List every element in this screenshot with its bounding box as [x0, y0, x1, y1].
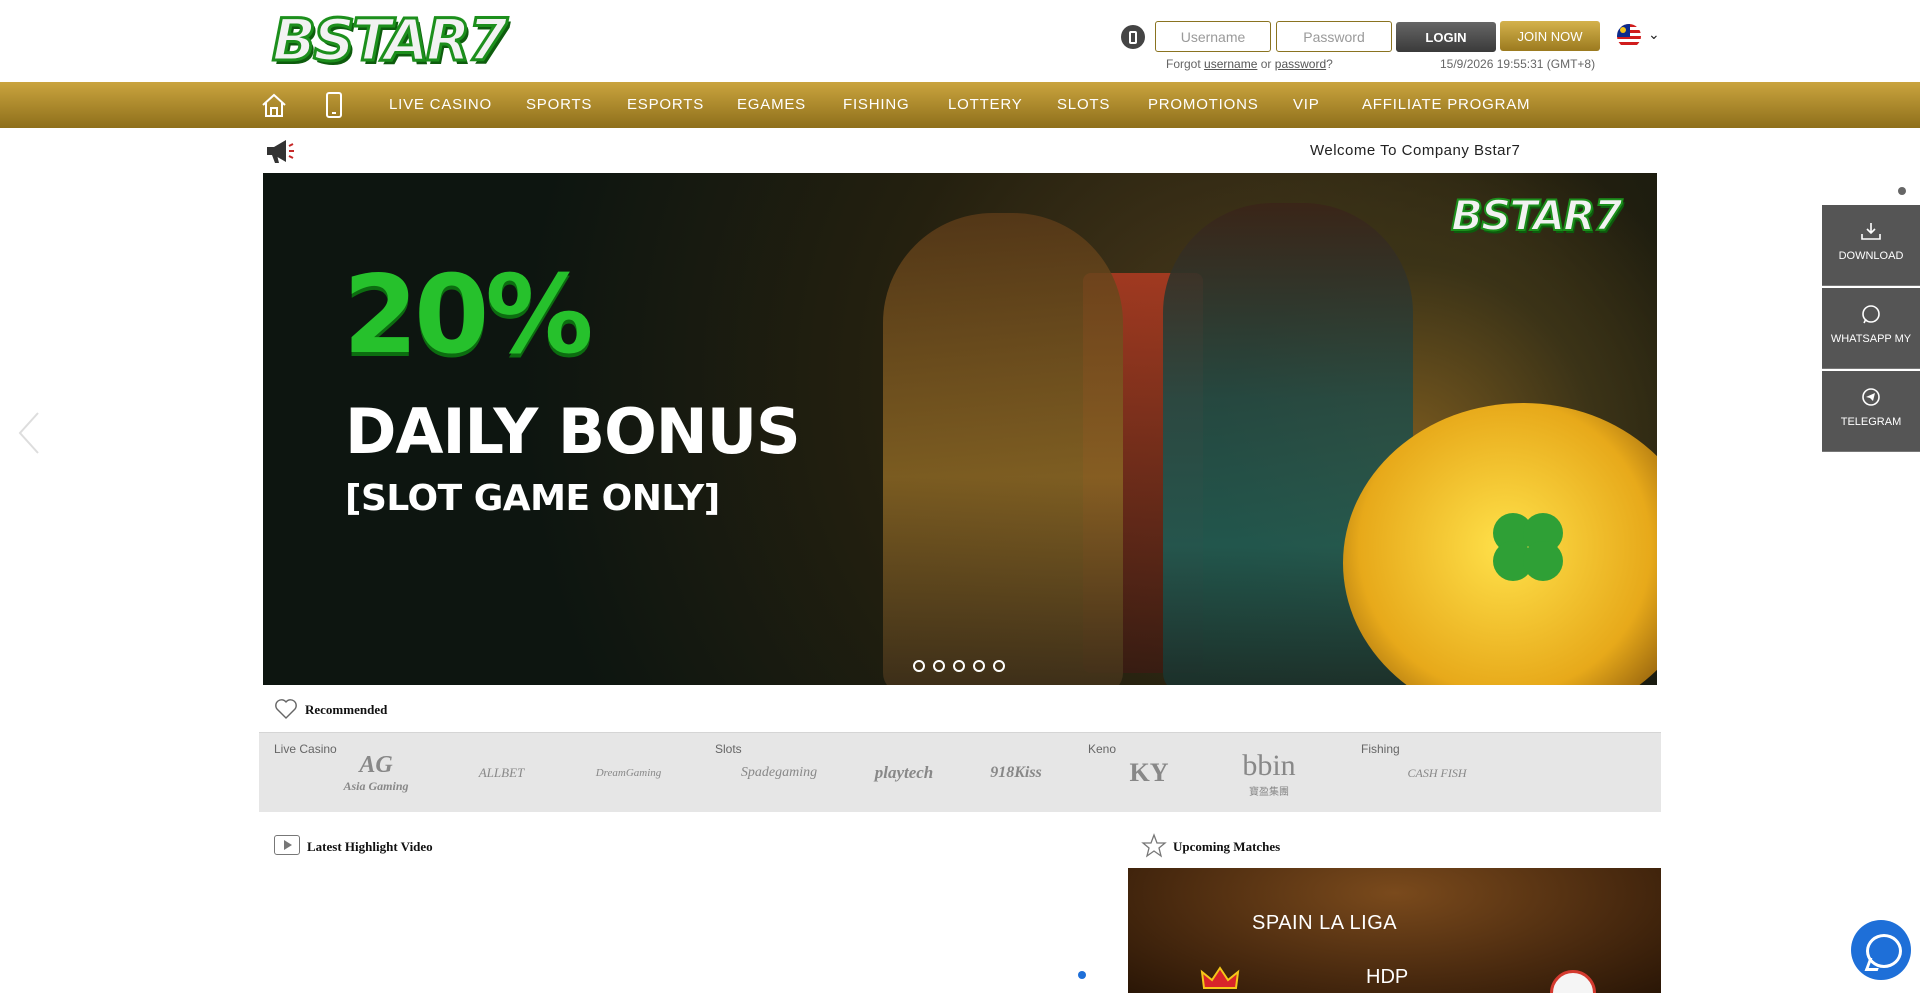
join-now-button[interactable]: JOIN NOW [1500, 21, 1600, 51]
logo-text: BSTAR7 [271, 5, 510, 76]
chevron-down-icon[interactable]: ⌄ [1648, 26, 1660, 43]
telegram-label: TELEGRAM [1840, 416, 1902, 428]
download-button[interactable]: DOWNLOAD [1822, 205, 1920, 286]
carousel-dot[interactable] [993, 660, 1005, 672]
carousel-dot[interactable] [933, 660, 945, 672]
carousel-dot[interactable] [953, 660, 965, 672]
download-icon [1861, 223, 1881, 240]
highlight-title: Latest Highlight Video [307, 839, 433, 854]
provider-cash-fish[interactable]: CASH FISH [1387, 748, 1487, 798]
banner-logo: BSTAR7 [1450, 190, 1624, 241]
download-label: DOWNLOAD [1838, 250, 1904, 262]
forgot-or: or [1260, 57, 1272, 71]
megaphone-icon [267, 140, 294, 163]
asia-gaming-label: Asia Gaming [343, 779, 409, 793]
category-live-casino: Live Casino [274, 742, 337, 756]
crown-icon [1200, 966, 1240, 989]
provider-dreamgaming[interactable]: DreamGaming [581, 748, 676, 798]
match-league: SPAIN LA LIGA [1252, 912, 1398, 934]
promo-banner[interactable]: BSTAR7 20% DAILY BONUS [SLOT GAME ONLY] [263, 173, 1657, 685]
nav-affiliate-program[interactable]: AFFILIATE PROGRAM [1362, 82, 1530, 128]
provider-playtech[interactable]: playtech [859, 748, 949, 798]
bbin-label: bbin [1242, 748, 1296, 782]
nav-live-casino[interactable]: LIVE CASINO [389, 82, 492, 128]
carousel-dots [913, 660, 1005, 672]
panel-toggle-dot[interactable] [1898, 187, 1906, 195]
nav-esports[interactable]: ESPORTS [627, 82, 704, 128]
login-button[interactable]: LOGIN [1396, 22, 1496, 52]
carousel-dot[interactable] [973, 660, 985, 672]
whatsapp-button[interactable]: WHATSAPP MY [1822, 288, 1920, 369]
telegram-icon [1862, 388, 1880, 406]
bbin-sublabel: 寶盈集團 [1249, 786, 1289, 798]
nav-lottery[interactable]: LOTTERY [948, 82, 1023, 128]
provider-asia-gaming[interactable]: AG Asia Gaming [331, 748, 421, 798]
logo[interactable]: BSTAR7 [271, 2, 510, 80]
nav-promotions[interactable]: PROMOTIONS [1148, 82, 1259, 128]
malaysia-flag-icon[interactable] [1617, 24, 1641, 48]
recommended-title: Recommended [305, 702, 388, 717]
forgot-credentials: Forgot username or password? [1166, 57, 1333, 71]
forgot-prefix: Forgot [1166, 57, 1201, 71]
provider-spadegaming[interactable]: Spadegaming [729, 748, 829, 798]
telegram-button[interactable]: TELEGRAM [1822, 371, 1920, 452]
heart-icon [275, 699, 297, 719]
carousel-dot[interactable] [913, 660, 925, 672]
main-nav: LIVE CASINO SPORTS ESPORTS EGAMES FISHIN… [0, 82, 1920, 128]
match-card[interactable]: SPAIN LA LIGA HDP [1128, 868, 1661, 993]
nav-fishing[interactable]: FISHING [843, 82, 909, 128]
forgot-password-link[interactable]: password [1275, 57, 1326, 71]
forgot-suffix: ? [1326, 57, 1333, 71]
provider-918kiss[interactable]: 918Kiss [971, 748, 1061, 798]
live-chat-button[interactable] [1851, 920, 1911, 980]
username-input[interactable] [1155, 21, 1271, 52]
asia-gaming-mark: AG [359, 752, 393, 778]
provider-ky[interactable]: KY [1109, 748, 1189, 798]
video-slider-dot[interactable] [1078, 971, 1086, 979]
banner-title: DAILY BONUS [345, 395, 801, 468]
banner-subtitle: [SLOT GAME ONLY] [345, 478, 720, 519]
clover-icon [1493, 513, 1563, 581]
whatsapp-icon [1862, 305, 1880, 324]
mobile-icon[interactable] [326, 92, 342, 118]
banner-percent: 20% [343, 253, 594, 378]
star-icon [1141, 833, 1167, 858]
announcement-text: Welcome To Company Bstar7 [1310, 142, 1521, 159]
carousel-prev-arrow-icon[interactable] [14, 410, 44, 456]
nav-sports[interactable]: SPORTS [526, 82, 592, 128]
server-datetime: 15/9/2026 19:55:31 (GMT+8) [1440, 57, 1596, 71]
home-icon[interactable] [261, 92, 287, 118]
whatsapp-label: WHATSAPP MY [1830, 333, 1912, 345]
provider-allbet[interactable]: ALLBET [454, 748, 549, 798]
character-art-left [883, 213, 1123, 685]
upcoming-matches-title: Upcoming Matches [1173, 839, 1281, 854]
header: BSTAR7 LOGIN JOIN NOW ⌄ Forgot username … [0, 0, 1920, 82]
nav-vip[interactable]: VIP [1293, 82, 1320, 128]
provider-strip: Live Casino AG Asia Gaming ALLBET DreamG… [259, 732, 1661, 812]
nav-egames[interactable]: EGAMES [737, 82, 806, 128]
forgot-username-link[interactable]: username [1204, 57, 1257, 71]
mobile-app-icon[interactable] [1121, 25, 1145, 49]
provider-bbin[interactable]: bbin 寶盈集團 [1219, 748, 1319, 798]
play-icon [274, 835, 300, 855]
password-input[interactable] [1276, 21, 1392, 52]
match-market: HDP [1366, 966, 1409, 988]
nav-slots[interactable]: SLOTS [1057, 82, 1110, 128]
team-badge [1550, 970, 1596, 993]
